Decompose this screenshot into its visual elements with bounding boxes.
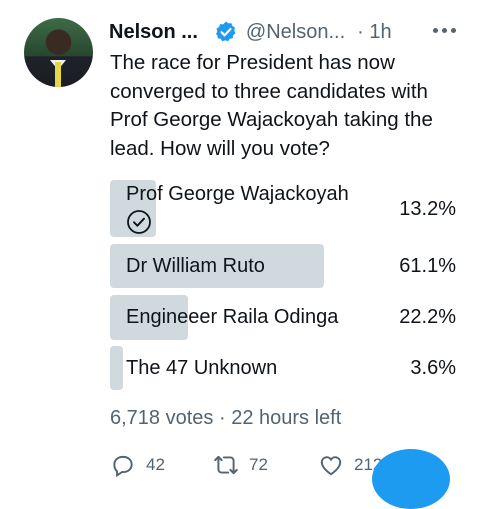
- tweet-header: Nelson ... @Nelson... · 1h: [109, 18, 465, 46]
- poll-time-left: 22 hours left: [231, 407, 342, 429]
- compose-tweet-button[interactable]: [372, 449, 450, 509]
- poll-option-label: Prof George Wajackoyah: [126, 183, 349, 205]
- reply-icon: [113, 455, 133, 478]
- poll-option-label: The 47 Unknown: [126, 357, 278, 379]
- avatar-tie: [55, 62, 61, 87]
- poll-option[interactable]: The 47 Unknown 3.6%: [110, 346, 458, 390]
- poll-meta: 6,718 votes · 22 hours left: [110, 407, 341, 430]
- more-dot: [442, 28, 447, 33]
- more-dot: [433, 28, 438, 33]
- author-name[interactable]: Nelson ...: [109, 21, 198, 44]
- more-dots-icon[interactable]: [433, 28, 456, 33]
- tweet-timestamp[interactable]: · 1h: [357, 21, 391, 44]
- poll-option-percent: 3.6%: [410, 357, 456, 379]
- reply-button[interactable]: 42: [110, 452, 165, 478]
- retweet-icon: [214, 455, 238, 475]
- poll-option[interactable]: Engineeer Raila Odinga 22.2%: [110, 295, 458, 340]
- reply-count: 42: [146, 455, 165, 474]
- poll-option-percent: 13.2%: [399, 198, 456, 220]
- check-circle-icon: [127, 210, 151, 234]
- verified-badge-icon: [215, 21, 236, 42]
- poll-votes: 6,718 votes: [110, 407, 214, 429]
- meta-separator: ·: [218, 407, 226, 429]
- heart-icon: [320, 456, 342, 476]
- retweet-count: 72: [249, 455, 268, 474]
- poll-bar: [110, 346, 123, 390]
- author-avatar[interactable]: [24, 18, 93, 87]
- retweet-button[interactable]: 72: [213, 452, 268, 478]
- author-handle[interactable]: @Nelson...: [246, 21, 345, 44]
- poll-option-percent: 61.1%: [399, 255, 456, 277]
- poll-option-percent: 22.2%: [399, 306, 456, 328]
- tweet-text: The race for President has now converged…: [110, 51, 433, 160]
- poll-option[interactable]: Dr William Ruto 61.1%: [110, 244, 458, 288]
- more-dot: [451, 28, 456, 33]
- poll-option[interactable]: Prof George Wajackoyah 13.2%: [110, 180, 458, 237]
- poll-option-label: Engineeer Raila Odinga: [126, 306, 339, 328]
- poll-option-label: Dr William Ruto: [126, 255, 265, 277]
